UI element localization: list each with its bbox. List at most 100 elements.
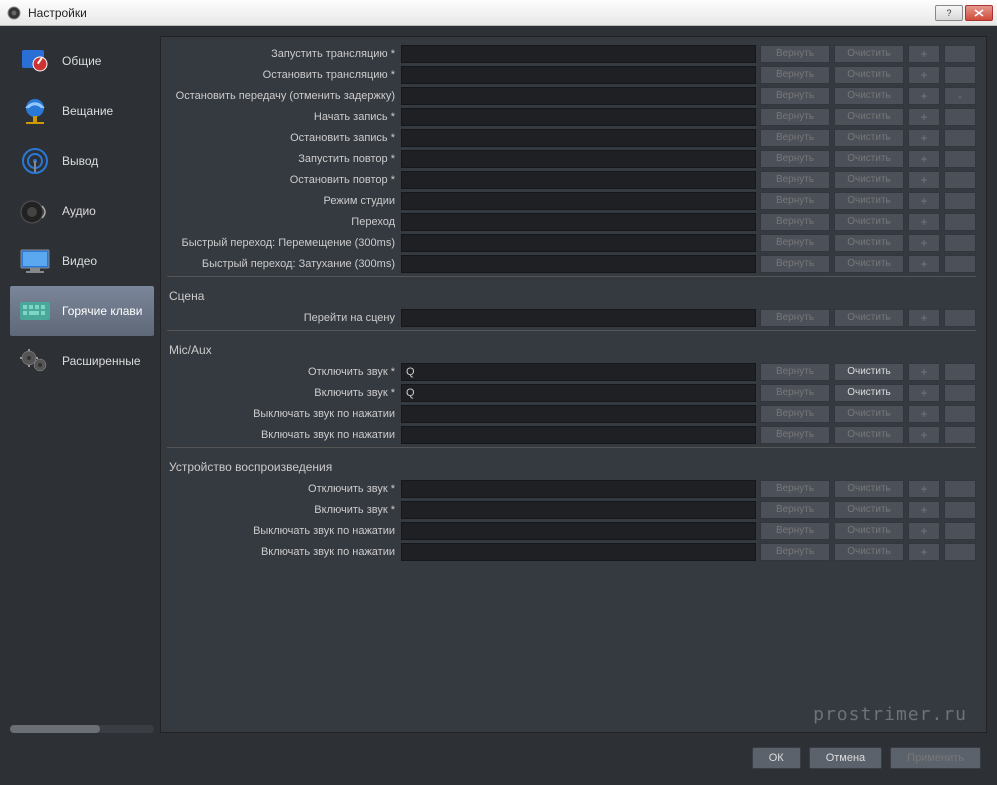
add-button[interactable]: + bbox=[908, 501, 940, 519]
hotkey-input[interactable] bbox=[401, 192, 756, 210]
clear-button[interactable]: Очистить bbox=[834, 522, 904, 540]
clear-button[interactable]: Очистить bbox=[834, 45, 904, 63]
revert-button[interactable]: Вернуть bbox=[760, 171, 830, 189]
revert-button[interactable]: Вернуть bbox=[760, 426, 830, 444]
remove-button[interactable] bbox=[944, 522, 976, 540]
revert-button[interactable]: Вернуть bbox=[760, 543, 830, 561]
add-button[interactable]: + bbox=[908, 213, 940, 231]
revert-button[interactable]: Вернуть bbox=[760, 480, 830, 498]
remove-button[interactable] bbox=[944, 543, 976, 561]
hotkey-input[interactable] bbox=[401, 255, 756, 273]
help-button[interactable]: ? bbox=[935, 5, 963, 21]
add-button[interactable]: + bbox=[908, 426, 940, 444]
add-button[interactable]: + bbox=[908, 150, 940, 168]
add-button[interactable]: + bbox=[908, 129, 940, 147]
sidebar-item-general[interactable]: Общие bbox=[10, 36, 154, 86]
clear-button[interactable]: Очистить bbox=[834, 501, 904, 519]
hotkey-input[interactable] bbox=[401, 384, 756, 402]
clear-button[interactable]: Очистить bbox=[834, 255, 904, 273]
add-button[interactable]: + bbox=[908, 384, 940, 402]
remove-button[interactable] bbox=[944, 150, 976, 168]
revert-button[interactable]: Вернуть bbox=[760, 405, 830, 423]
add-button[interactable]: + bbox=[908, 522, 940, 540]
revert-button[interactable]: Вернуть bbox=[760, 108, 830, 126]
revert-button[interactable]: Вернуть bbox=[760, 501, 830, 519]
clear-button[interactable]: Очистить bbox=[834, 426, 904, 444]
remove-button[interactable] bbox=[944, 363, 976, 381]
remove-button[interactable] bbox=[944, 171, 976, 189]
remove-button[interactable] bbox=[944, 108, 976, 126]
remove-button[interactable] bbox=[944, 45, 976, 63]
remove-button[interactable] bbox=[944, 129, 976, 147]
hotkey-input[interactable] bbox=[401, 45, 756, 63]
clear-button[interactable]: Очистить bbox=[834, 129, 904, 147]
add-button[interactable]: + bbox=[908, 234, 940, 252]
revert-button[interactable]: Вернуть bbox=[760, 234, 830, 252]
revert-button[interactable]: Вернуть bbox=[760, 129, 830, 147]
remove-button[interactable] bbox=[944, 234, 976, 252]
clear-button[interactable]: Очистить bbox=[834, 66, 904, 84]
hotkey-input[interactable] bbox=[401, 129, 756, 147]
revert-button[interactable]: Вернуть bbox=[760, 66, 830, 84]
hotkey-input[interactable] bbox=[401, 543, 756, 561]
hotkey-input[interactable] bbox=[401, 405, 756, 423]
clear-button[interactable]: Очистить bbox=[834, 480, 904, 498]
add-button[interactable]: + bbox=[908, 192, 940, 210]
add-button[interactable]: + bbox=[908, 87, 940, 105]
remove-button[interactable] bbox=[944, 384, 976, 402]
hotkey-input[interactable] bbox=[401, 480, 756, 498]
clear-button[interactable]: Очистить bbox=[834, 192, 904, 210]
clear-button[interactable]: Очистить bbox=[834, 108, 904, 126]
hotkey-input[interactable] bbox=[401, 309, 756, 327]
hotkey-input[interactable] bbox=[401, 66, 756, 84]
clear-button[interactable]: Очистить bbox=[834, 213, 904, 231]
remove-button[interactable] bbox=[944, 255, 976, 273]
add-button[interactable]: + bbox=[908, 405, 940, 423]
hotkey-input[interactable] bbox=[401, 363, 756, 381]
ok-button[interactable]: ОК bbox=[752, 747, 801, 769]
add-button[interactable]: + bbox=[908, 255, 940, 273]
remove-button[interactable] bbox=[944, 309, 976, 327]
hotkey-input[interactable] bbox=[401, 87, 756, 105]
add-button[interactable]: + bbox=[908, 45, 940, 63]
clear-button[interactable]: Очистить bbox=[834, 150, 904, 168]
add-button[interactable]: + bbox=[908, 480, 940, 498]
clear-button[interactable]: Очистить bbox=[834, 363, 904, 381]
hotkey-input[interactable] bbox=[401, 234, 756, 252]
remove-button[interactable] bbox=[944, 192, 976, 210]
close-button[interactable] bbox=[965, 5, 993, 21]
hotkey-input[interactable] bbox=[401, 213, 756, 231]
hotkey-input[interactable] bbox=[401, 150, 756, 168]
sidebar-item-audio[interactable]: Аудио bbox=[10, 186, 154, 236]
clear-button[interactable]: Очистить bbox=[834, 234, 904, 252]
remove-button[interactable] bbox=[944, 426, 976, 444]
remove-button[interactable] bbox=[944, 66, 976, 84]
clear-button[interactable]: Очистить bbox=[834, 87, 904, 105]
remove-button[interactable] bbox=[944, 480, 976, 498]
revert-button[interactable]: Вернуть bbox=[760, 213, 830, 231]
cancel-button[interactable]: Отмена bbox=[809, 747, 882, 769]
sidebar-item-hotkeys[interactable]: Горячие клави bbox=[10, 286, 154, 336]
clear-button[interactable]: Очистить bbox=[834, 405, 904, 423]
add-button[interactable]: + bbox=[908, 66, 940, 84]
sidebar-item-video[interactable]: Видео bbox=[10, 236, 154, 286]
revert-button[interactable]: Вернуть bbox=[760, 522, 830, 540]
hotkey-input[interactable] bbox=[401, 501, 756, 519]
revert-button[interactable]: Вернуть bbox=[760, 87, 830, 105]
remove-button[interactable] bbox=[944, 213, 976, 231]
revert-button[interactable]: Вернуть bbox=[760, 363, 830, 381]
add-button[interactable]: + bbox=[908, 363, 940, 381]
add-button[interactable]: + bbox=[908, 543, 940, 561]
revert-button[interactable]: Вернуть bbox=[760, 384, 830, 402]
clear-button[interactable]: Очистить bbox=[834, 309, 904, 327]
add-button[interactable]: + bbox=[908, 171, 940, 189]
revert-button[interactable]: Вернуть bbox=[760, 309, 830, 327]
hotkey-input[interactable] bbox=[401, 522, 756, 540]
add-button[interactable]: + bbox=[908, 108, 940, 126]
add-button[interactable]: + bbox=[908, 309, 940, 327]
hotkey-input[interactable] bbox=[401, 108, 756, 126]
remove-button[interactable]: - bbox=[944, 87, 976, 105]
sidebar-item-stream[interactable]: Вещание bbox=[10, 86, 154, 136]
revert-button[interactable]: Вернуть bbox=[760, 255, 830, 273]
hotkey-input[interactable] bbox=[401, 171, 756, 189]
